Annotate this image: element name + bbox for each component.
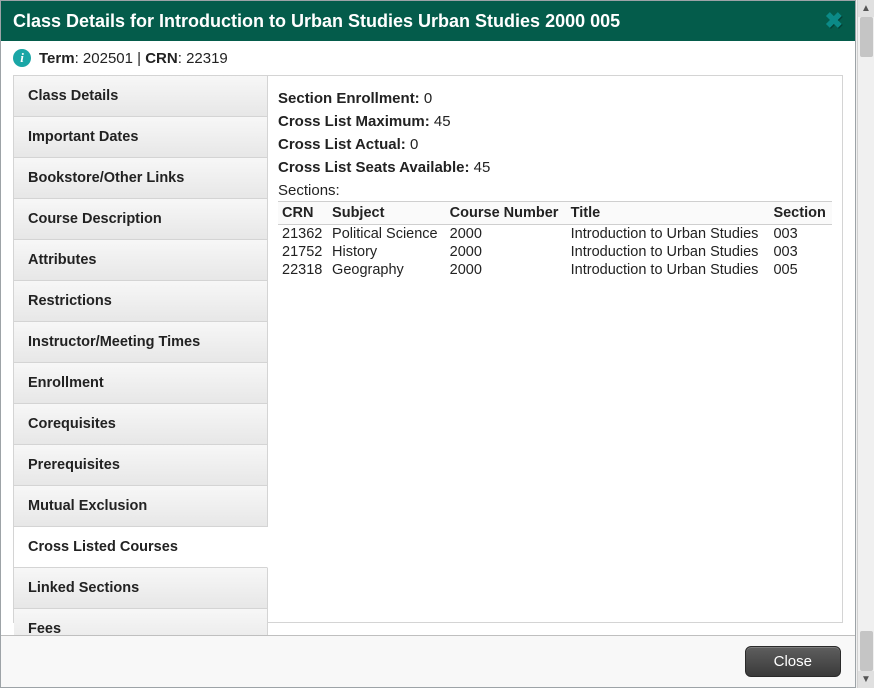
- tab-bookstore-other-links[interactable]: Bookstore/Other Links: [14, 158, 268, 199]
- meta-colon: :: [75, 50, 83, 67]
- tab-restrictions[interactable]: Restrictions: [14, 281, 268, 322]
- cell-section: 003: [769, 243, 832, 261]
- cell-title: Introduction to Urban Studies: [567, 225, 770, 244]
- cell-crn: 21752: [278, 243, 328, 261]
- section-enrollment: Section Enrollment: 0: [278, 90, 832, 107]
- cell-course_number: 2000: [446, 243, 567, 261]
- cell-subject: Geography: [328, 261, 446, 279]
- close-icon[interactable]: ✖: [825, 10, 843, 32]
- col-course-number: Course Number: [446, 202, 567, 225]
- tab-linked-sections[interactable]: Linked Sections: [14, 568, 268, 609]
- close-button[interactable]: Close: [745, 646, 841, 677]
- cell-subject: History: [328, 243, 446, 261]
- tab-enrollment[interactable]: Enrollment: [14, 363, 268, 404]
- modal-footer: Close: [1, 635, 855, 687]
- tab-cross-listed-courses[interactable]: Cross Listed Courses: [14, 527, 268, 568]
- tab-attributes[interactable]: Attributes: [14, 240, 268, 281]
- cross-list-actual: Cross List Actual: 0: [278, 136, 832, 153]
- modal-header: Class Details for Introduction to Urban …: [1, 1, 855, 41]
- crn-label: CRN: [145, 50, 178, 67]
- table-row: 21752History2000Introduction to Urban St…: [278, 243, 832, 261]
- cross-list-seats: Cross List Seats Available: 45: [278, 159, 832, 176]
- scrollbar-thumb[interactable]: [860, 631, 873, 671]
- scroll-up-arrow-icon[interactable]: ▲: [858, 0, 874, 17]
- crn-value: 22319: [186, 50, 228, 67]
- cross-list-max-value: 45: [434, 113, 451, 130]
- modal-title: Class Details for Introduction to Urban …: [13, 11, 620, 32]
- cell-subject: Political Science: [328, 225, 446, 244]
- col-subject: Subject: [328, 202, 446, 225]
- cell-course_number: 2000: [446, 225, 567, 244]
- table-header-row: CRN Subject Course Number Title Section: [278, 202, 832, 225]
- cell-crn: 22318: [278, 261, 328, 279]
- tab-mutual-exclusion[interactable]: Mutual Exclusion: [14, 486, 268, 527]
- tab-important-dates[interactable]: Important Dates: [14, 117, 268, 158]
- term-value: 202501: [83, 50, 133, 67]
- cross-list-seats-value: 45: [474, 159, 491, 176]
- cross-list-max: Cross List Maximum: 45: [278, 113, 832, 130]
- cell-crn: 21362: [278, 225, 328, 244]
- col-title: Title: [567, 202, 770, 225]
- tab-class-details[interactable]: Class Details: [14, 76, 268, 117]
- section-enrollment-label: Section Enrollment:: [278, 90, 420, 107]
- scrollbar-track[interactable]: [858, 17, 874, 671]
- tab-instructor-meeting-times[interactable]: Instructor/Meeting Times: [14, 322, 268, 363]
- tab-fees[interactable]: Fees: [14, 609, 268, 635]
- cell-title: Introduction to Urban Studies: [567, 243, 770, 261]
- tab-course-description[interactable]: Course Description: [14, 199, 268, 240]
- cell-title: Introduction to Urban Studies: [567, 261, 770, 279]
- cross-listed-panel: Section Enrollment: 0 Cross List Maximum…: [268, 75, 843, 623]
- content-area: Class DetailsImportant DatesBookstore/Ot…: [1, 75, 855, 635]
- info-icon: i: [13, 49, 31, 67]
- sections-table: CRN Subject Course Number Title Section …: [278, 201, 832, 279]
- sections-label: Sections:: [278, 182, 832, 199]
- term-label: Term: [39, 50, 75, 67]
- page-scrollbar[interactable]: ▲ ▼: [857, 0, 874, 688]
- cell-section: 003: [769, 225, 832, 244]
- meta-colon: :: [178, 50, 186, 67]
- meta-sep: |: [133, 50, 145, 67]
- cell-section: 005: [769, 261, 832, 279]
- cell-course_number: 2000: [446, 261, 567, 279]
- scrollbar-thumb[interactable]: [860, 17, 873, 57]
- col-crn: CRN: [278, 202, 328, 225]
- cross-list-actual-label: Cross List Actual:: [278, 136, 406, 153]
- tab-list: Class DetailsImportant DatesBookstore/Ot…: [13, 75, 268, 623]
- table-row: 21362Political Science2000Introduction t…: [278, 225, 832, 244]
- cross-list-seats-label: Cross List Seats Available:: [278, 159, 469, 176]
- section-enrollment-value: 0: [424, 90, 432, 107]
- class-details-modal: Class Details for Introduction to Urban …: [0, 0, 856, 688]
- table-row: 22318Geography2000Introduction to Urban …: [278, 261, 832, 279]
- meta-bar: i Term : 202501 | CRN : 22319: [1, 41, 855, 75]
- scroll-down-arrow-icon[interactable]: ▼: [858, 671, 874, 688]
- cross-list-actual-value: 0: [410, 136, 418, 153]
- tab-prerequisites[interactable]: Prerequisites: [14, 445, 268, 486]
- col-section: Section: [769, 202, 832, 225]
- cross-list-max-label: Cross List Maximum:: [278, 113, 430, 130]
- tab-corequisites[interactable]: Corequisites: [14, 404, 268, 445]
